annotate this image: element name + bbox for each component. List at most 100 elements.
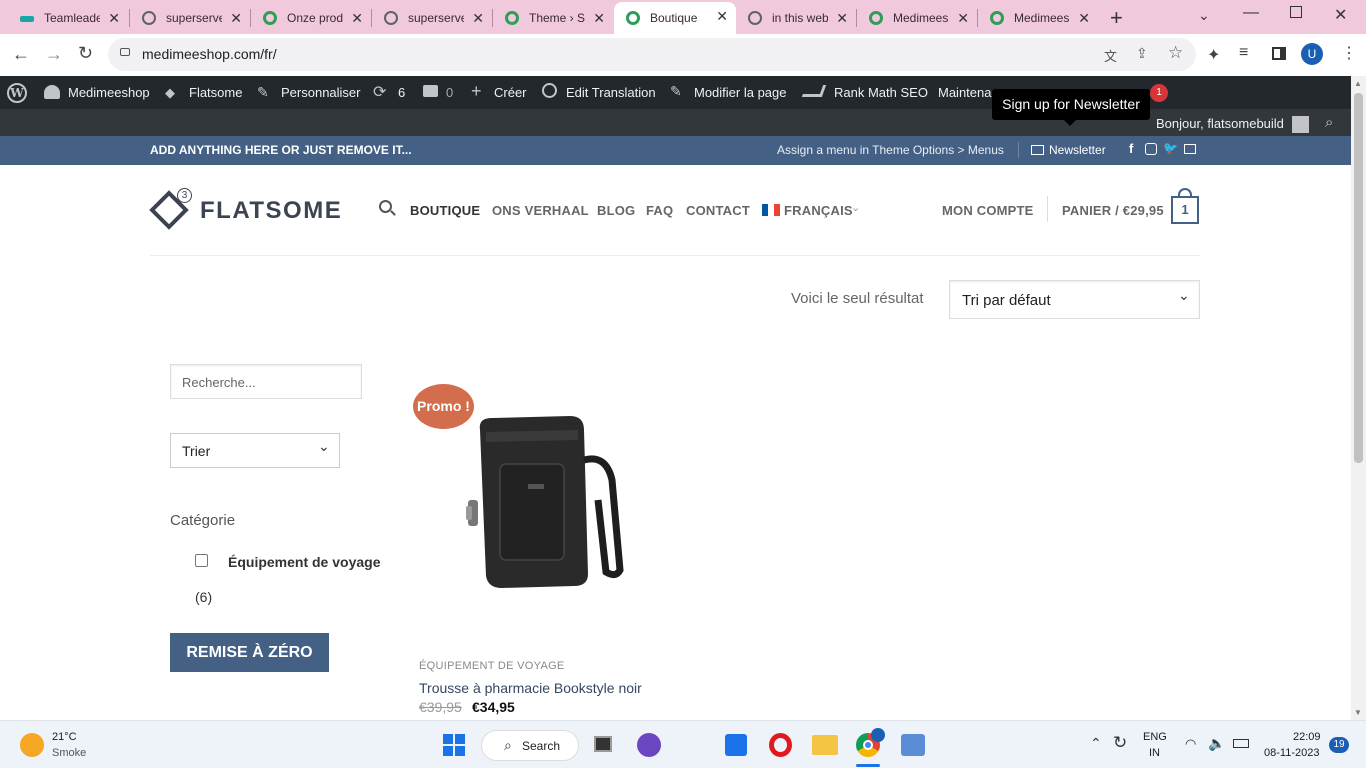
instagram-icon[interactable] [1145, 143, 1157, 155]
close-tab-icon[interactable]: ✕ [472, 10, 484, 27]
filter-select[interactable]: Trier ⌄ [170, 433, 340, 468]
admin-greeting[interactable]: Bonjour, flatsomebuild [1156, 116, 1284, 131]
nav-blog[interactable]: BLOG [597, 203, 635, 218]
admin-rank-math[interactable]: Rank Math SEO [834, 85, 928, 100]
category-checkbox[interactable] [195, 554, 208, 567]
weather-condition[interactable]: Smoke [52, 747, 86, 759]
facebook-icon[interactable]: f [1129, 141, 1133, 156]
reload-icon[interactable]: ↻ [78, 43, 93, 64]
region-indicator[interactable]: IN [1149, 747, 1160, 759]
notification-count-badge[interactable]: 19 [1329, 737, 1349, 753]
wifi-icon[interactable]: ◠ [1185, 736, 1196, 752]
nav-boutique[interactable]: BOUTIQUE [410, 203, 480, 218]
url-text[interactable]: medimeeshop.com/fr/ [142, 46, 277, 62]
user-avatar[interactable] [1292, 116, 1309, 133]
opera-icon[interactable] [769, 733, 792, 757]
nav-ons-verhaal[interactable]: ONS VERHAAL [492, 203, 589, 218]
admin-edit-page[interactable]: Modifier la page [694, 85, 787, 100]
product-name[interactable]: Trousse à pharmacie Bookstyle noir [419, 680, 642, 696]
forward-arrow-icon[interactable]: → [45, 44, 63, 65]
admin-maintenance[interactable]: Maintena [938, 85, 991, 100]
taskbar-search-box[interactable]: ⌕ Search [481, 730, 579, 761]
weather-temperature[interactable]: 21°C [52, 731, 77, 743]
sort-select[interactable]: Tri par défaut ⌄ [949, 280, 1200, 319]
scroll-up-arrow-icon[interactable]: ▲ [1354, 79, 1362, 88]
close-tab-icon[interactable]: ✕ [593, 10, 605, 27]
file-explorer-icon[interactable] [812, 735, 838, 755]
browser-tab-2[interactable]: superserver ✕ [130, 4, 250, 32]
admin-comments-count[interactable]: 0 [446, 85, 453, 100]
restore-window-button[interactable] [1290, 6, 1302, 18]
close-tab-icon[interactable]: ✕ [716, 8, 728, 25]
nav-contact[interactable]: CONTACT [686, 203, 750, 218]
category-label[interactable]: Équipement de voyage [228, 554, 380, 570]
admin-customize-link[interactable]: Personnaliser [281, 85, 361, 100]
new-tab-button[interactable]: + [1110, 5, 1123, 31]
clock-date[interactable]: 08-11-2023 [1264, 747, 1319, 759]
store-icon[interactable] [725, 734, 747, 756]
close-window-button[interactable]: ✕ [1334, 5, 1347, 25]
clock-time[interactable]: 22:09 [1293, 731, 1321, 743]
admin-updates-count[interactable]: 6 [398, 85, 405, 100]
side-panel-icon[interactable] [1272, 47, 1286, 60]
browser-tab-8[interactable]: Medimeeshop ✕ [857, 4, 977, 32]
browser-tab-9[interactable]: Medimeeshop ✕ [978, 4, 1098, 32]
close-tab-icon[interactable]: ✕ [836, 10, 848, 27]
back-arrow-icon[interactable]: ← [12, 44, 30, 65]
browser-tab-4[interactable]: superserver ✕ [372, 4, 492, 32]
close-tab-icon[interactable]: ✕ [957, 10, 969, 27]
product-category[interactable]: ÉQUIPEMENT DE VOYAGE [419, 660, 565, 672]
browser-menu-icon[interactable]: ⋮ [1341, 43, 1357, 63]
browser-tab-3[interactable]: Onze producten ✕ [251, 4, 371, 32]
nav-faq[interactable]: FAQ [646, 203, 673, 218]
battery-icon[interactable] [1233, 739, 1249, 748]
page-scrollbar[interactable]: ▲ ▼ [1351, 76, 1366, 720]
product-image[interactable] [466, 410, 626, 590]
windows-start-icon[interactable] [443, 734, 465, 756]
notification-badge[interactable]: 1 [1150, 84, 1168, 102]
close-tab-icon[interactable]: ✕ [108, 10, 120, 27]
tab-search-chevron-icon[interactable]: ⌄ [1198, 7, 1210, 24]
reset-button[interactable]: REMISE À ZÉRO [170, 633, 329, 672]
minimize-window-button[interactable]: — [1243, 4, 1259, 22]
search-input[interactable]: Recherche... [170, 364, 362, 399]
share-icon[interactable]: ⇪ [1136, 45, 1148, 62]
admin-create-link[interactable]: Créer [494, 85, 527, 100]
admin-theme-link[interactable]: Flatsome [189, 85, 242, 100]
profile-avatar[interactable]: U [1301, 43, 1323, 65]
show-hidden-icons-chevron-icon[interactable]: ⌃ [1090, 735, 1102, 752]
nav-language[interactable]: FRANÇAIS [784, 203, 853, 218]
extensions-puzzle-icon[interactable]: ✦ [1207, 45, 1220, 65]
sync-icon[interactable]: ↻ [1113, 733, 1127, 753]
admin-search-icon[interactable]: ⌕ [1325, 114, 1333, 131]
topbar-newsletter-link[interactable]: Newsletter [1049, 143, 1106, 157]
nav-cart[interactable]: PANIER / €29,95 [1062, 203, 1164, 218]
media-queue-icon[interactable]: ≡ [1239, 44, 1248, 62]
weather-sun-icon[interactable] [20, 733, 44, 757]
volume-icon[interactable]: 🔈 [1208, 735, 1225, 752]
nav-my-account[interactable]: MON COMPTE [942, 203, 1034, 218]
scroll-down-arrow-icon[interactable]: ▼ [1354, 708, 1362, 717]
teams-chat-icon[interactable] [637, 733, 661, 757]
browser-tab-active[interactable]: Boutique ✕ [614, 2, 736, 34]
admin-edit-translation[interactable]: Edit Translation [566, 85, 656, 100]
wordpress-logo-icon[interactable]: W [7, 83, 27, 103]
remote-desktop-icon[interactable] [901, 734, 925, 756]
language-indicator[interactable]: ENG [1143, 731, 1167, 743]
site-logo[interactable]: 3 FLATSOME [149, 188, 350, 232]
close-tab-icon[interactable]: ✕ [1078, 10, 1090, 27]
lock-icon[interactable] [120, 48, 130, 56]
admin-site-name[interactable]: Medimeeshop [68, 85, 150, 100]
twitter-icon[interactable]: 🐦 [1163, 141, 1178, 155]
browser-tab-5[interactable]: Theme › Settings ✕ [493, 4, 613, 32]
cart-count-icon[interactable]: 1 [1171, 196, 1199, 224]
task-view-icon[interactable] [594, 736, 612, 752]
address-bar[interactable]: medimeeshop.com/fr/ 文 ⇪ ☆ [108, 38, 1196, 71]
close-tab-icon[interactable]: ✕ [351, 10, 363, 27]
browser-tab-7[interactable]: in this website ✕ [736, 4, 856, 32]
topbar-menu-text[interactable]: Assign a menu in Theme Options > Menus [777, 143, 1004, 157]
close-tab-icon[interactable]: ✕ [230, 10, 242, 27]
scrollbar-thumb[interactable] [1354, 93, 1363, 463]
browser-tab-1[interactable]: Teamleader ✕ [8, 4, 128, 32]
translate-icon[interactable]: 文 [1104, 46, 1117, 65]
